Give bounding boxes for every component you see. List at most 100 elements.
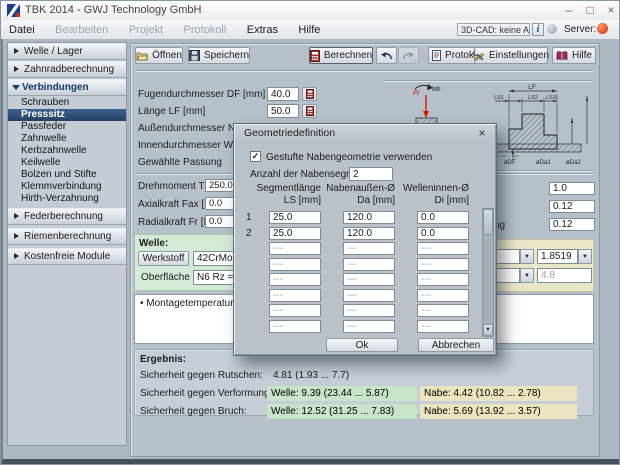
sidebar-item-passfeder[interactable]: Passfeder [8, 121, 126, 133]
segment-row7-col3-input [417, 304, 469, 317]
segment-row6-col3-input [417, 288, 469, 302]
nabe-combo3-dropdown[interactable]: ▼ [520, 268, 534, 283]
settings-button[interactable]: Einstellungen [472, 47, 549, 64]
cad-status-field: 3D-CAD: keine Aufträge [457, 23, 530, 36]
chevron-right-icon [14, 48, 19, 54]
passung-label: Gewählte Passung [138, 157, 222, 168]
col3-header-line2: Di [mm] [434, 195, 469, 206]
menu-extras[interactable]: Extras [239, 21, 286, 39]
fr-label: Fr [413, 90, 420, 97]
result-rutschen-value: 4.81 (1.93 ... 7.7) [273, 370, 350, 381]
undo-button[interactable] [376, 47, 397, 64]
da1-dim-label: øDa1 [536, 160, 551, 166]
radialkraft-label: Radialkraft Fr [N] [138, 217, 214, 228]
segment-row-number: 2 [246, 227, 252, 239]
sidebar-group-welle-lager[interactable]: Welle / Lager [8, 43, 126, 60]
sidebar-item-klemmverbindung[interactable]: Klemmverbindung [8, 181, 126, 193]
fugendurchmesser-calc-button[interactable] [302, 87, 317, 101]
laenge-calc-button[interactable] [302, 104, 317, 118]
segment-row1-col3-input[interactable] [417, 211, 469, 224]
menu-datei[interactable]: Datei [1, 21, 43, 39]
dialog-scrollbar[interactable]: ▼ [482, 208, 494, 337]
fugendurchmesser-input[interactable] [267, 87, 299, 101]
welle-heading: Welle: [139, 238, 169, 249]
minimize-icon[interactable]: – [559, 1, 579, 19]
cancel-button[interactable]: Abbrechen [418, 338, 494, 352]
ls2-dim-label: LS2 [528, 95, 538, 101]
sidebar-item-bolzen-und-stifte[interactable]: Bolzen und Stifte [8, 169, 126, 181]
segment-row2-col1-input[interactable] [269, 226, 321, 240]
toolbar-separator [136, 70, 594, 72]
col2-header-line1: Nabenaußen-Ø [326, 183, 395, 194]
segment-row5-col3-input [417, 273, 469, 286]
sidebar-item-zahnwelle[interactable]: Zahnwelle [8, 133, 126, 145]
chevron-down-icon: ▼ [485, 327, 491, 333]
document-icon [432, 50, 442, 61]
segment-row7-col2-input [343, 304, 395, 317]
info-button[interactable]: i [532, 23, 544, 36]
sidebar-item-presssitz[interactable]: Presssitz [8, 109, 126, 121]
check-icon: ✓ [251, 151, 260, 161]
menu-hilfe[interactable]: Hilfe [290, 21, 328, 39]
right-field-1[interactable] [549, 182, 595, 195]
nabe-combo2-dropdown[interactable]: ▼ [578, 249, 592, 264]
chevron-right-icon [14, 233, 19, 239]
floppy-disk-icon [188, 50, 200, 61]
close-icon[interactable]: × [601, 1, 619, 19]
right-field-2[interactable] [549, 200, 595, 213]
result-verformung-welle: Welle: 9.39 (23.44 ... 5.87) [267, 386, 417, 401]
sidebar-item-hirth-verzahnung[interactable]: Hirth-Verzahnung [8, 193, 126, 205]
nabe-combo2-field[interactable] [537, 249, 578, 264]
help-button[interactable]: Hilfe [552, 47, 596, 64]
close-icon[interactable]: × [475, 127, 489, 141]
segment-row4-col2-input [343, 257, 395, 271]
sidebar-item-keilwelle[interactable]: Keilwelle [8, 157, 126, 169]
open-button[interactable]: Öffnen [135, 47, 183, 64]
segment-count-input[interactable] [349, 167, 393, 181]
segment-row8-col3-input [417, 319, 469, 333]
ok-button[interactable]: Ok [326, 338, 398, 352]
sidebar: Welle / Lager Zahnradberechnung Verbindu… [7, 42, 127, 446]
right-field-3[interactable] [549, 218, 595, 231]
result-bruch-nabe: Nabe: 5.69 (13.92 ... 3.57) [420, 404, 577, 419]
tools-icon [472, 50, 485, 61]
calculate-button[interactable]: Berechnen [309, 47, 373, 64]
window-title: TBK 2014 - GWJ Technology GmbH [25, 4, 202, 16]
sidebar-group-verbindungen[interactable]: Verbindungen [8, 79, 126, 96]
titlebar: TBK 2014 - GWJ Technology GmbH – □ × [1, 1, 619, 21]
sidebar-group-kostenfreie-module[interactable]: Kostenfreie Module [8, 248, 126, 265]
laenge-input[interactable] [267, 104, 299, 118]
segment-row1-col1-input[interactable] [269, 211, 321, 224]
werkstoff-button[interactable]: Werkstoff [138, 251, 189, 266]
maximize-icon[interactable]: □ [580, 1, 600, 19]
save-button[interactable]: Speichern [188, 47, 250, 64]
segment-row2-col2-input[interactable] [343, 226, 395, 240]
menubar: Datei Bearbeiten Projekt Protokoll Extra… [1, 20, 619, 40]
col3-header-line1: Welleninnen-Ø [403, 183, 469, 194]
gestufte-nabengeometrie-checkbox[interactable]: ✓ [250, 151, 261, 162]
sidebar-group-federberechnung[interactable]: Federberechnung [8, 208, 126, 225]
dialog-titlebar[interactable]: Geometriedefinition × [235, 125, 495, 142]
scrollbar-down-arrow[interactable]: ▼ [483, 324, 493, 336]
chevron-down-icon [12, 85, 20, 90]
result-bruch-welle: Welle: 12.52 (31.25 ... 7.83) [267, 404, 417, 419]
sidebar-group-riemenberechnung[interactable]: Riemenberechnung [8, 228, 126, 245]
scrollbar-thumb[interactable] [483, 209, 493, 235]
segment-row6-col2-input [343, 288, 395, 302]
segment-row2-col3-input[interactable] [417, 226, 469, 240]
segment-row1-col2-input[interactable] [343, 211, 395, 224]
col1-header-line2: LS [mm] [283, 195, 321, 206]
sidebar-item-schrauben[interactable]: Schrauben [8, 97, 126, 109]
segment-table-rows: 12 [234, 211, 482, 335]
sidebar-group-zahnradberechnung[interactable]: Zahnradberechnung [8, 61, 126, 78]
sidebar-item-kerbzahnwelle[interactable]: Kerbzahnwelle [8, 145, 126, 157]
result-verformung-label: Sicherheit gegen Verformung: [140, 388, 273, 399]
geometriedefinition-dialog: Geometriedefinition × ✓ Gestufte Nabenge… [233, 123, 497, 356]
segment-row: 2 [234, 226, 482, 240]
nabe-combo1-dropdown[interactable]: ▼ [520, 249, 534, 264]
menu-projekt: Projekt [128, 24, 164, 36]
segment-row-number: 1 [246, 212, 252, 223]
undo-icon [380, 51, 393, 61]
chevron-down-icon: ▼ [582, 253, 588, 260]
fugendurchmesser-label: Fugendurchmesser DF [mm] [138, 89, 266, 100]
